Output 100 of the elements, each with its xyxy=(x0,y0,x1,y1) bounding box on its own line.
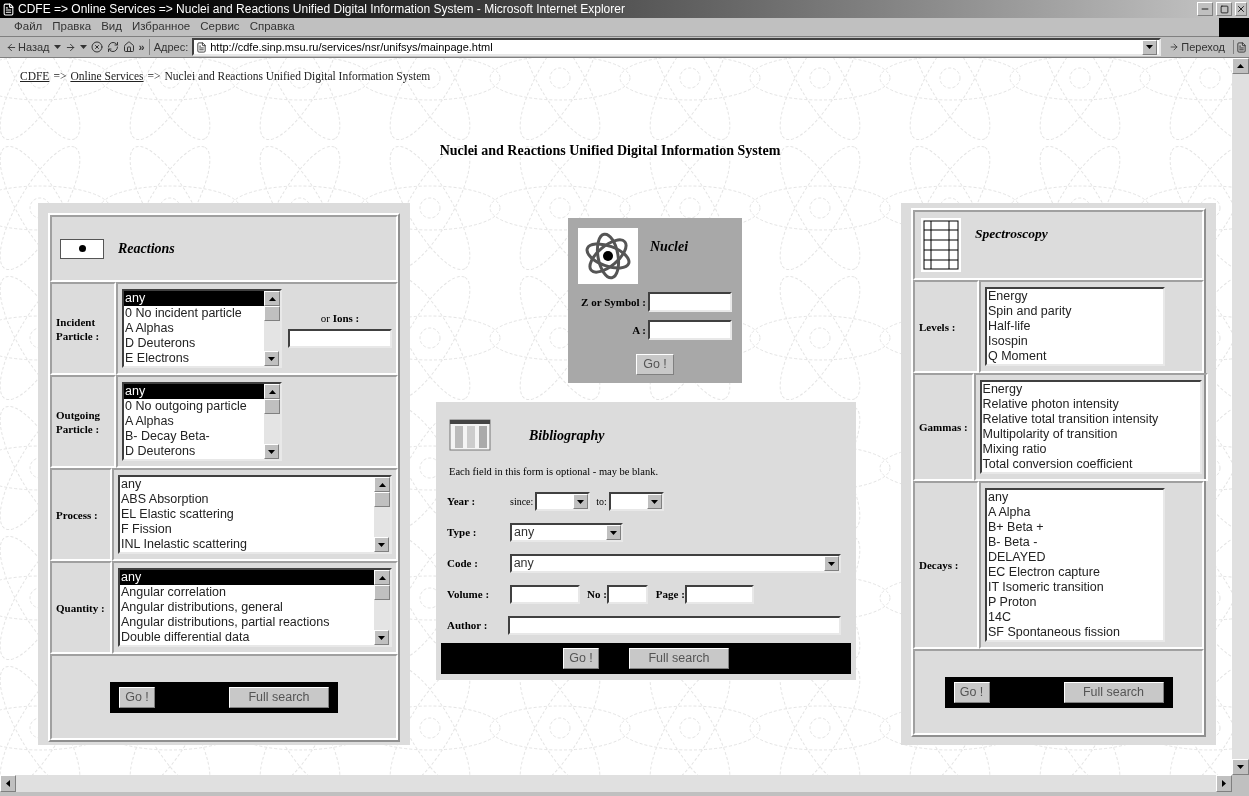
list-box[interactable]: any Angular correlation Angular distributions, general Angular distributions, partial reactions Double differential data xyxy=(118,568,392,648)
list-option[interactable]: D Deuterons xyxy=(124,444,264,460)
list-option[interactable]: Angular distributions, general xyxy=(120,600,374,616)
list-option[interactable]: A Alpha xyxy=(987,505,1163,521)
list-option[interactable]: Multipolarity of transition xyxy=(981,427,1200,443)
input-field[interactable] xyxy=(606,585,648,604)
search-button[interactable]: Full search xyxy=(629,648,729,669)
scroll-thumb[interactable] xyxy=(264,306,280,322)
list-option[interactable]: EC Electron capture xyxy=(987,565,1163,581)
list-option[interactable]: DELAYED xyxy=(987,550,1163,566)
search-button[interactable]: Full search xyxy=(229,686,329,708)
list-option[interactable]: any xyxy=(124,291,264,307)
input-field[interactable] xyxy=(510,585,580,604)
menu-item[interactable]: Сервис xyxy=(200,18,240,36)
back-button[interactable]: Назад xyxy=(6,38,50,56)
list-option[interactable]: Half-life xyxy=(987,319,1163,335)
menu-item[interactable]: Файл xyxy=(14,18,43,36)
list-option[interactable]: Mixing ratio xyxy=(981,442,1200,458)
scroll-down-icon[interactable] xyxy=(264,444,279,460)
ions-field[interactable] xyxy=(288,328,392,348)
list-box[interactable]: any 0 No outgoing particle A Alphas B- Decay Beta- D Deuterons xyxy=(122,382,282,462)
list-option[interactable]: B- Beta - xyxy=(987,535,1163,551)
dropdown[interactable] xyxy=(608,492,664,511)
caret-down-icon[interactable] xyxy=(646,494,662,509)
list-option[interactable]: A Alphas xyxy=(124,321,264,337)
list-option[interactable]: Angular correlation xyxy=(120,585,374,601)
list-scrollbar[interactable] xyxy=(374,570,390,646)
list-option[interactable]: Energy xyxy=(987,289,1163,305)
scroll-down-icon[interactable] xyxy=(264,351,279,367)
scroll-down-icon[interactable] xyxy=(374,630,389,646)
caret-down-icon[interactable] xyxy=(606,525,621,540)
dropdown[interactable]: any xyxy=(509,554,841,573)
scroll-up-icon[interactable] xyxy=(264,291,280,307)
input-field[interactable] xyxy=(648,292,732,313)
close-button[interactable] xyxy=(1235,2,1247,16)
vertical-scrollbar[interactable] xyxy=(1232,58,1249,775)
menu-item[interactable]: Правка xyxy=(52,18,92,36)
list-box[interactable]: Energy Relative photon intensity Relative total transition intensity Multipolarity of transition Mixing ratio Total conversion coefficient xyxy=(979,380,1202,475)
list-scrollbar[interactable] xyxy=(374,477,390,553)
menu-item[interactable]: Избранное xyxy=(131,18,191,36)
list-option[interactable]: Relative total transition intensity xyxy=(981,412,1200,428)
scroll-up-icon[interactable] xyxy=(374,570,390,586)
breadcrumb-link[interactable]: CDFE xyxy=(20,68,50,86)
caret-down-icon[interactable] xyxy=(573,494,589,509)
menu-item[interactable]: Вид xyxy=(101,18,122,36)
scroll-up-icon[interactable] xyxy=(264,384,280,400)
list-option[interactable]: B- Decay Beta- xyxy=(124,429,264,445)
address-field[interactable]: http://cdfe.sinp.msu.ru/services/nsr/unifsys/mainpage.html xyxy=(192,38,1162,56)
list-option[interactable]: E Electrons xyxy=(124,351,264,367)
list-option[interactable]: any xyxy=(124,384,264,400)
list-option[interactable]: ABS Absorption xyxy=(120,492,374,508)
list-option[interactable]: B+ Beta + xyxy=(987,520,1163,536)
list-box[interactable]: any 0 No incident particle A Alphas D Deuterons E Electrons xyxy=(122,289,282,369)
list-option[interactable]: Q Moment xyxy=(987,349,1163,365)
list-box[interactable]: any ABS Absorption EL Elastic scattering F Fission INL Inelastic scattering xyxy=(118,475,392,555)
caret-down-icon[interactable] xyxy=(824,556,839,571)
input-field[interactable] xyxy=(648,320,732,341)
list-option[interactable]: IT Isomeric transition xyxy=(987,580,1163,596)
menu-item[interactable]: Справка xyxy=(249,18,295,36)
list-option[interactable]: D Deuterons xyxy=(124,336,264,352)
list-option[interactable]: Double differential data xyxy=(120,630,374,646)
search-button[interactable]: Go ! xyxy=(636,354,674,376)
dropdown[interactable] xyxy=(535,492,591,511)
list-option[interactable]: 14C xyxy=(987,610,1163,626)
list-option[interactable]: Energy xyxy=(981,382,1200,398)
list-box[interactable]: any A Alpha B+ Beta + B- Beta - DELAYED EC Electron capture IT Isomeric transition P Proton 14C SF Spontaneous fission xyxy=(985,488,1165,643)
dropdown[interactable]: any xyxy=(510,523,623,542)
breadcrumb-link[interactable]: Online Services xyxy=(70,68,144,86)
search-button[interactable]: Go ! xyxy=(119,686,155,708)
scroll-thumb[interactable] xyxy=(264,399,280,415)
input-field[interactable] xyxy=(684,585,754,604)
input-field[interactable] xyxy=(508,616,841,635)
list-option[interactable]: any xyxy=(120,477,374,493)
list-option[interactable]: Isospin xyxy=(987,334,1163,350)
scroll-down-icon[interactable] xyxy=(374,537,389,553)
horizontal-scrollbar[interactable] xyxy=(0,775,1232,792)
list-scrollbar[interactable] xyxy=(264,291,280,367)
scroll-thumb[interactable] xyxy=(374,492,390,508)
list-option[interactable]: Angular distributions, partial reactions xyxy=(120,615,374,631)
list-option[interactable]: EL Elastic scattering xyxy=(120,507,374,523)
list-option[interactable]: INL Inelastic scattering xyxy=(120,537,374,553)
caret-down-icon[interactable] xyxy=(1142,39,1158,55)
list-option[interactable]: SF Spontaneous fission xyxy=(987,625,1163,641)
links-icon[interactable] xyxy=(1233,40,1249,54)
list-option[interactable]: Relative photon intensity xyxy=(981,397,1200,413)
list-option[interactable]: P Proton xyxy=(987,595,1163,611)
scroll-up-icon[interactable] xyxy=(374,477,390,493)
list-option[interactable]: Total conversion coefficient xyxy=(981,457,1200,473)
list-scrollbar[interactable] xyxy=(264,384,280,460)
list-option[interactable]: 0 No incident particle xyxy=(124,306,264,322)
list-option[interactable]: A Alphas xyxy=(124,414,264,430)
list-box[interactable]: Energy Spin and parity Half-life Isospin Q Moment xyxy=(985,287,1165,367)
search-button[interactable]: Go ! xyxy=(563,648,599,669)
minimize-button[interactable] xyxy=(1197,2,1213,16)
list-option[interactable]: F Fission xyxy=(120,522,374,538)
list-option[interactable]: 0 No outgoing particle xyxy=(124,399,264,415)
go-button[interactable]: Переход xyxy=(1165,38,1229,56)
list-option[interactable]: any xyxy=(120,570,374,586)
list-option[interactable]: Spin and parity xyxy=(987,304,1163,320)
list-option[interactable]: any xyxy=(987,490,1163,506)
